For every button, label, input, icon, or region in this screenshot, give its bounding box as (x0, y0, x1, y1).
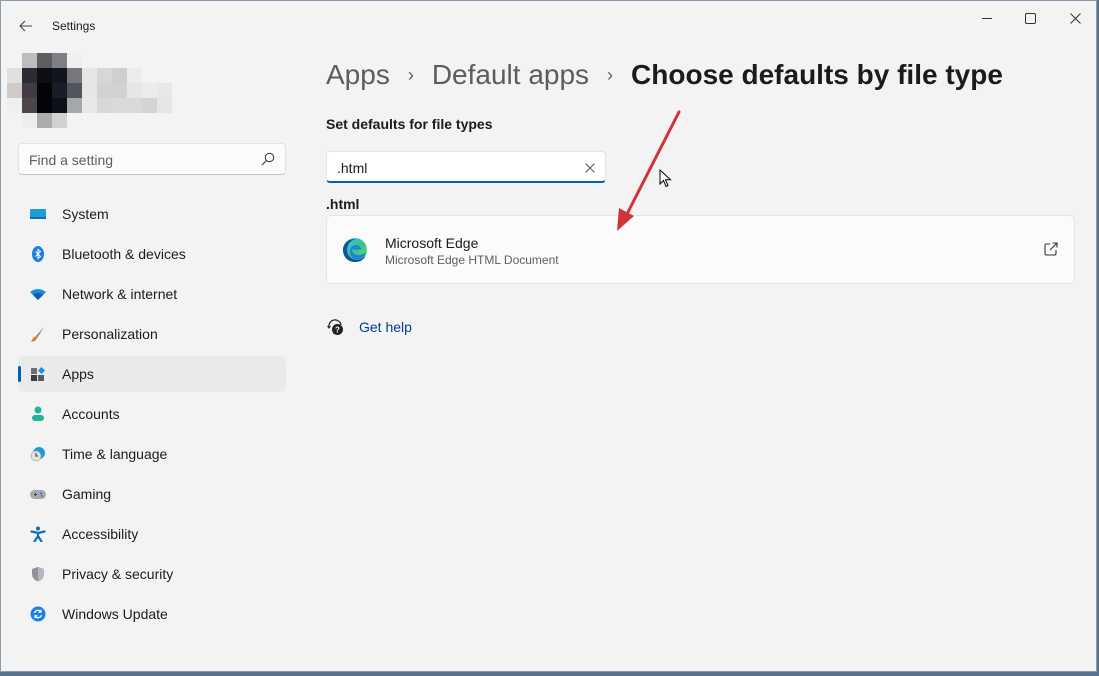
sidebar-item-label: Bluetooth & devices (62, 246, 186, 262)
sidebar-item-label: Accounts (62, 406, 120, 422)
sidebar-item-label: Network & internet (62, 286, 177, 302)
sidebar-item-system[interactable]: System (18, 196, 286, 232)
sidebar-item-privacy-security[interactable]: Privacy & security (18, 556, 286, 592)
apps-icon (30, 366, 46, 382)
find-setting-input[interactable] (29, 150, 249, 170)
wifi-icon (30, 286, 46, 302)
sidebar-item-personalization[interactable]: Personalization (18, 316, 286, 352)
page-title: Choose defaults by file type (631, 59, 1003, 91)
clear-search-button[interactable] (585, 160, 595, 178)
bluetooth-icon (30, 246, 46, 262)
get-help-label: Get help (359, 319, 412, 335)
back-button[interactable] (11, 11, 41, 41)
sidebar-item-label: Apps (62, 366, 94, 382)
breadcrumb-default-apps[interactable]: Default apps (432, 59, 589, 91)
mouse-cursor (659, 169, 673, 189)
sidebar-item-accessibility[interactable]: Accessibility (18, 516, 286, 552)
find-setting-search[interactable] (18, 143, 286, 175)
gamepad-icon (30, 486, 46, 502)
breadcrumb-separator: › (607, 65, 613, 86)
sidebar-item-label: System (62, 206, 109, 222)
minimize-icon (982, 13, 992, 23)
app-name: Microsoft Edge (385, 235, 478, 251)
accessibility-icon (30, 526, 46, 542)
settings-window: Settings (0, 0, 1097, 672)
maximize-button[interactable] (1007, 1, 1053, 35)
person-icon (30, 406, 46, 422)
default-app-card[interactable]: Microsoft Edge Microsoft Edge HTML Docum… (326, 215, 1075, 284)
system-icon (30, 206, 46, 222)
sidebar-item-label: Privacy & security (62, 566, 173, 582)
user-avatar-pixelated[interactable] (6, 53, 176, 131)
breadcrumb-separator: › (408, 65, 414, 86)
sidebar-item-bluetooth-devices[interactable]: Bluetooth & devices (18, 236, 286, 272)
sidebar-item-label: Personalization (62, 326, 158, 342)
microsoft-edge-icon (342, 237, 368, 263)
sidebar-item-accounts[interactable]: Accounts (18, 396, 286, 432)
update-icon (30, 606, 46, 622)
close-icon (585, 163, 595, 173)
sidebar-item-windows-update[interactable]: Windows Update (18, 596, 286, 632)
breadcrumb: Apps › Default apps › Choose defaults by… (326, 59, 1003, 91)
close-icon (1070, 13, 1081, 24)
breadcrumb-apps[interactable]: Apps (326, 59, 390, 91)
help-chat-icon: ? (326, 317, 346, 337)
active-indicator (18, 366, 21, 382)
sidebar-item-network-internet[interactable]: Network & internet (18, 276, 286, 312)
open-external-icon[interactable] (1044, 242, 1058, 261)
svg-text:?: ? (335, 326, 340, 335)
sidebar-item-label: Windows Update (62, 606, 168, 622)
sidebar-nav: System Bluetooth & devices Network & int… (18, 196, 286, 636)
shield-icon (30, 566, 46, 582)
sidebar-item-time-language[interactable]: Time & language (18, 436, 286, 472)
close-button[interactable] (1052, 1, 1098, 35)
sidebar-item-label: Accessibility (62, 526, 138, 542)
section-title: Set defaults for file types (326, 116, 492, 132)
file-extension-label: .html (326, 196, 359, 212)
back-arrow-icon (19, 20, 33, 32)
sidebar-item-label: Time & language (62, 446, 167, 462)
sidebar-item-gaming[interactable]: Gaming (18, 476, 286, 512)
maximize-icon (1025, 13, 1036, 24)
clock-globe-icon (30, 446, 46, 462)
search-icon[interactable] (261, 152, 275, 171)
brush-icon (30, 326, 46, 342)
app-description: Microsoft Edge HTML Document (385, 253, 559, 267)
get-help-link[interactable]: ? Get help (326, 317, 346, 337)
sidebar-item-label: Gaming (62, 486, 111, 502)
file-type-search[interactable] (326, 151, 606, 183)
minimize-button[interactable] (964, 1, 1010, 35)
sidebar-item-apps[interactable]: Apps (18, 356, 286, 392)
file-type-search-input[interactable] (337, 158, 567, 178)
app-title: Settings (52, 19, 95, 33)
title-bar: Settings (1, 1, 1096, 49)
